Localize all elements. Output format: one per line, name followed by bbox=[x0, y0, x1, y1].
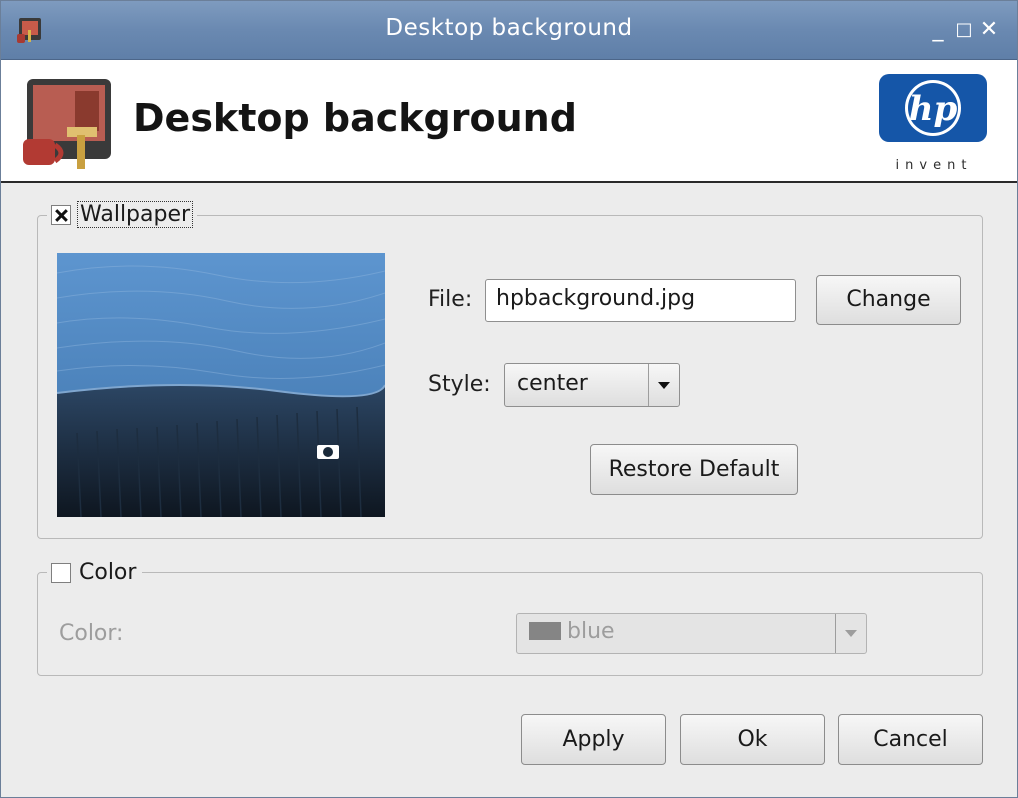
ok-button[interactable]: Ok bbox=[680, 714, 825, 765]
style-select[interactable]: center bbox=[504, 363, 680, 407]
hp-logo-text: hp bbox=[909, 89, 958, 129]
color-swatch bbox=[529, 622, 561, 640]
window-title: Desktop background bbox=[385, 15, 633, 41]
wallpaper-checkbox[interactable] bbox=[51, 204, 71, 225]
cancel-button[interactable]: Cancel bbox=[838, 714, 983, 765]
desktop-background-icon bbox=[23, 79, 111, 169]
hp-logo: hp invent bbox=[879, 72, 989, 180]
hp-logo-mark: hp bbox=[879, 74, 987, 142]
close-button[interactable]: ✕ bbox=[978, 19, 1000, 41]
wallpaper-label[interactable]: Wallpaper bbox=[77, 201, 194, 228]
color-select[interactable]: blue bbox=[516, 613, 867, 654]
color-select-value: blue bbox=[529, 619, 615, 644]
color-checkbox[interactable] bbox=[51, 562, 71, 583]
dialog-header: Desktop background hp invent bbox=[1, 60, 1017, 183]
color-select-text: blue bbox=[567, 619, 615, 644]
minimize-button[interactable]: _ bbox=[927, 19, 949, 41]
chevron-down-icon bbox=[658, 382, 670, 389]
dialog-window: Desktop background _ □ ✕ Desktop backgro… bbox=[0, 0, 1018, 798]
color-select-toggle[interactable] bbox=[835, 614, 866, 653]
style-select-value: center bbox=[517, 371, 588, 396]
restore-default-button[interactable]: Restore Default bbox=[590, 444, 798, 495]
maximize-button[interactable]: □ bbox=[953, 19, 975, 41]
chevron-down-icon bbox=[845, 630, 857, 637]
change-button[interactable]: Change bbox=[816, 275, 961, 325]
file-label: File: bbox=[428, 287, 473, 312]
color-legend: Color bbox=[47, 560, 143, 585]
wallpaper-preview-image bbox=[57, 253, 385, 517]
style-label: Style: bbox=[428, 372, 491, 397]
page-title: Desktop background bbox=[133, 96, 577, 140]
color-group-label[interactable]: Color bbox=[77, 560, 138, 585]
style-select-toggle[interactable] bbox=[648, 364, 679, 406]
title-bar[interactable]: Desktop background _ □ ✕ bbox=[1, 1, 1017, 60]
wallpaper-preview bbox=[57, 253, 385, 517]
file-input[interactable]: hpbackground.jpg bbox=[485, 279, 796, 322]
wallpaper-legend: Wallpaper bbox=[47, 201, 198, 228]
hp-tagline: invent bbox=[895, 158, 973, 173]
color-label: Color: bbox=[59, 621, 124, 646]
apply-button[interactable]: Apply bbox=[521, 714, 666, 765]
